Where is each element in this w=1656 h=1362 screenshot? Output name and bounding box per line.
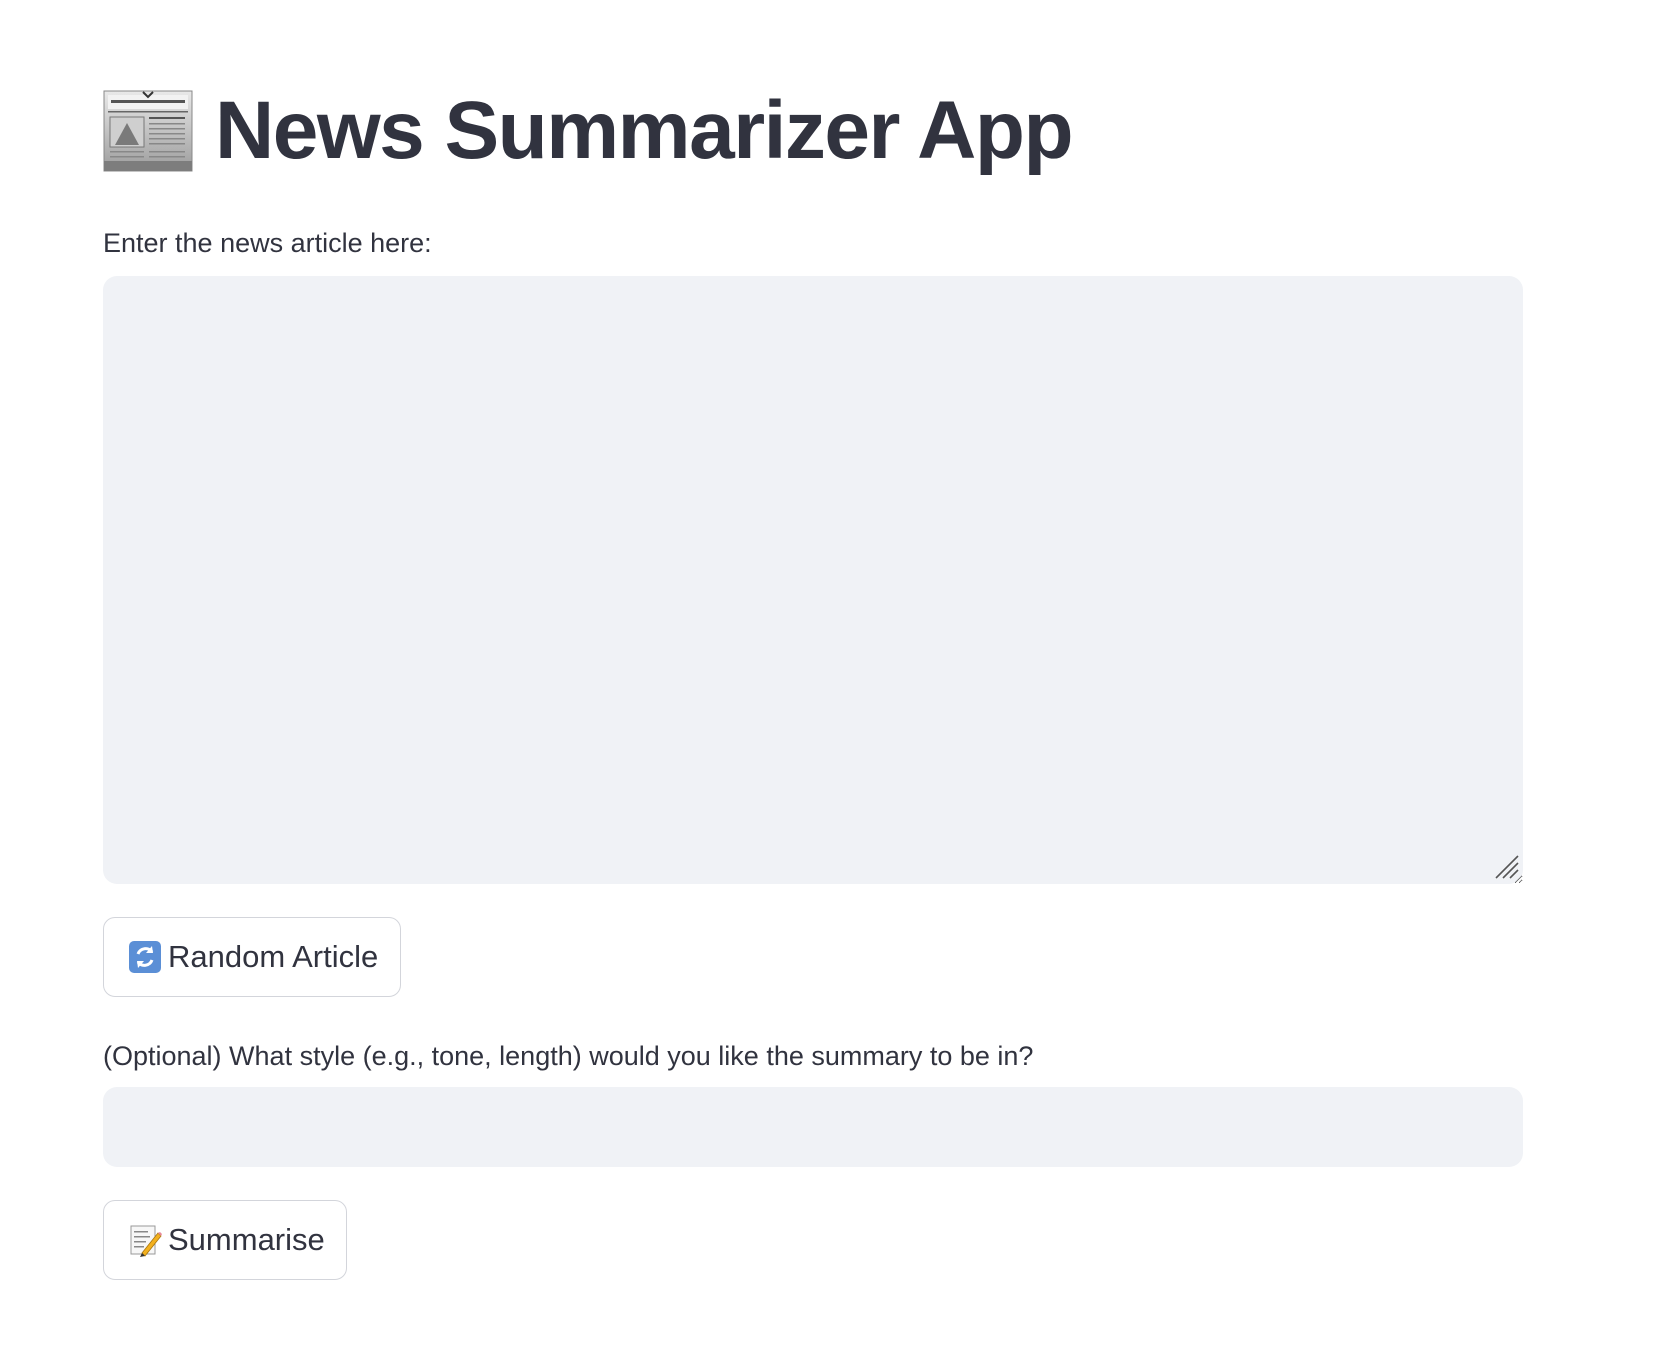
style-input-label: (Optional) What style (e.g., tone, lengt… bbox=[103, 1041, 1034, 1071]
app-page: News Summarizer App Enter the news artic… bbox=[0, 0, 1656, 1362]
memo-icon bbox=[130, 1225, 162, 1257]
random-article-button[interactable]: Random Article bbox=[103, 917, 401, 997]
article-textarea[interactable] bbox=[103, 276, 1523, 884]
random-article-label: Random Article bbox=[168, 939, 379, 974]
page-title-row: News Summarizer App bbox=[103, 85, 1074, 176]
newspaper-icon bbox=[103, 90, 193, 172]
summarise-button[interactable]: Summarise bbox=[103, 1200, 347, 1280]
summarise-label: Summarise bbox=[168, 1222, 325, 1257]
style-input[interactable] bbox=[103, 1087, 1523, 1167]
refresh-icon bbox=[129, 941, 161, 973]
resize-handle-icon[interactable] bbox=[1494, 854, 1520, 880]
article-input-label: Enter the news article here: bbox=[103, 228, 432, 258]
page-title: News Summarizer App bbox=[215, 85, 1074, 176]
